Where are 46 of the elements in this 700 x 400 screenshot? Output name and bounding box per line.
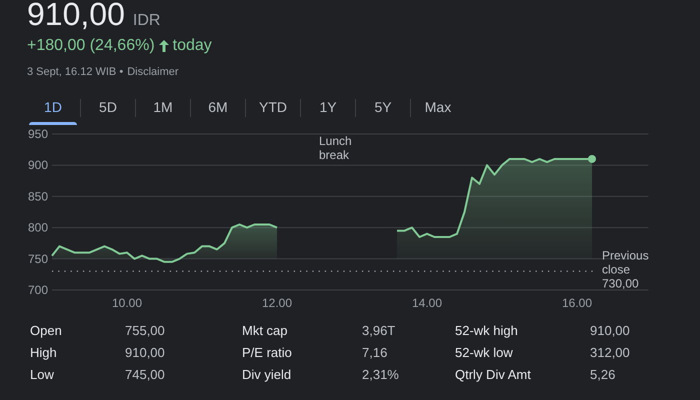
stat-label: Low — [30, 366, 55, 384]
last-price-dot — [588, 154, 596, 162]
y-tick-label: 850 — [28, 188, 48, 203]
range-tab[interactable]: 5D — [81, 94, 135, 124]
disclaimer-link[interactable]: Disclaimer — [127, 64, 179, 80]
stat-label: 52-wk high — [455, 322, 519, 340]
stat-value: 312,00 — [590, 344, 631, 362]
stat-label: P/E ratio — [242, 344, 293, 362]
y-tick-label: 950 — [28, 126, 48, 140]
stat-value: 5,26 — [590, 366, 616, 384]
x-tick-label: 14.00 — [412, 296, 442, 310]
y-tick-label: 750 — [28, 251, 48, 266]
y-tick-label: 700 — [28, 282, 48, 296]
x-tick-label: 16.00 — [562, 296, 592, 310]
stat-value: 910,00 — [590, 322, 631, 340]
x-tick-label: 10.00 — [112, 296, 142, 310]
range-tab[interactable]: Max — [411, 94, 465, 124]
range-tab[interactable]: 1D — [26, 94, 80, 124]
period-label: today — [172, 36, 212, 56]
price-text: 910,00 — [27, 0, 125, 31]
range-tab[interactable]: 1M — [136, 94, 190, 124]
stat-value: 745,00 — [125, 366, 166, 384]
range-tab[interactable]: 5Y — [356, 94, 410, 124]
stat-value: 7,16 — [362, 344, 388, 362]
up-arrow-icon — [158, 40, 169, 52]
stat-label: High — [30, 344, 58, 362]
stat-value: 755,00 — [125, 322, 166, 340]
previous-close-label: Previous close 730,00 — [602, 248, 649, 290]
price-change: +180,00 (24,66%) — [27, 36, 155, 56]
stat-value: 2,31% — [362, 366, 400, 384]
range-tab[interactable]: 6M — [191, 94, 245, 124]
x-tick-label: 12.00 — [262, 296, 292, 310]
stat-label: 52-wk low — [455, 344, 514, 362]
y-tick-label: 900 — [28, 158, 48, 172]
timestamp-text: 3 Sept, 16.12 WIB • — [27, 65, 124, 80]
stat-value: 3,96T — [362, 322, 396, 340]
stat-label: Open — [30, 322, 63, 340]
lunch-break-label: Lunch break — [319, 134, 352, 162]
y-tick-label: 800 — [28, 220, 48, 234]
stat-label: Mkt cap — [242, 322, 289, 340]
stat-label: Qtrly Div Amt — [455, 366, 532, 384]
currency-label: IDR — [132, 11, 160, 31]
range-tab[interactable]: YTD — [246, 94, 300, 124]
stat-label: Div yield — [242, 366, 292, 384]
stat-value: 910,00 — [125, 344, 166, 362]
range-tab[interactable]: 1Y — [301, 94, 355, 124]
